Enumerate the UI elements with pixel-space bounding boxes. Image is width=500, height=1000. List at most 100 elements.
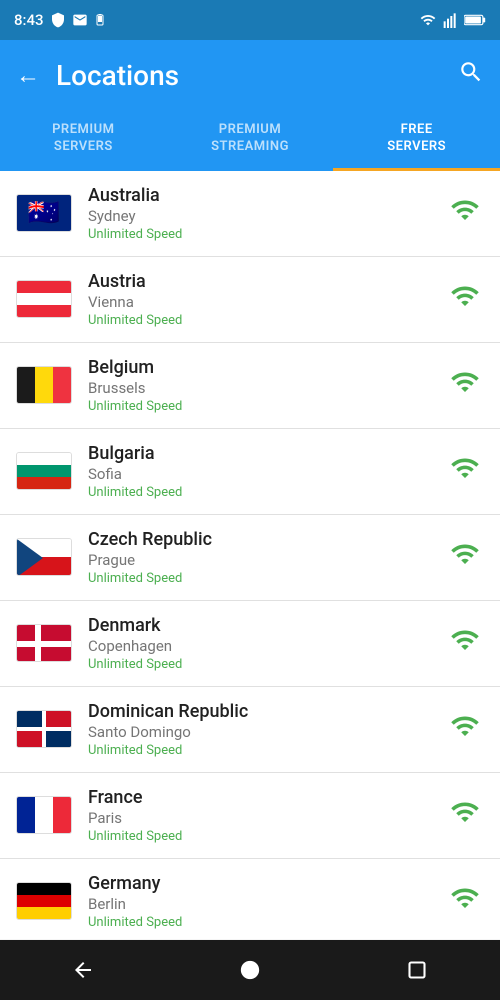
country-name: Austria (88, 271, 446, 292)
back-button[interactable]: ← (16, 61, 40, 90)
search-icon (458, 59, 484, 85)
wifi-icon (446, 711, 484, 741)
country-info: Bulgaria Sofia Unlimited Speed (88, 443, 446, 500)
list-item[interactable]: France Paris Unlimited Speed (0, 773, 500, 859)
city-name: Copenhagen (88, 637, 446, 655)
list-item[interactable]: Germany Berlin Unlimited Speed (0, 859, 500, 939)
country-info: Dominican Republic Santo Domingo Unlimit… (88, 701, 446, 758)
country-name: Bulgaria (88, 443, 446, 464)
shield-icon (50, 12, 66, 28)
flag-cz (16, 538, 72, 576)
city-name: Sydney (88, 207, 446, 225)
status-right (418, 12, 486, 28)
country-info: Germany Berlin Unlimited Speed (88, 873, 446, 930)
signal-strength (446, 711, 484, 748)
country-info: Czech Republic Prague Unlimited Speed (88, 529, 446, 586)
country-name: Belgium (88, 357, 446, 378)
country-info: Belgium Brussels Unlimited Speed (88, 357, 446, 414)
signal-strength (446, 281, 484, 318)
tab-bar: PREMIUMSERVERS PREMIUMSTREAMING FREESERV… (0, 110, 500, 171)
signal-strength (446, 539, 484, 576)
speed-label: Unlimited Speed (88, 399, 446, 414)
flag-do (16, 710, 72, 748)
list-item[interactable]: Belgium Brussels Unlimited Speed (0, 343, 500, 429)
battery-mini-icon (94, 12, 106, 28)
city-name: Brussels (88, 379, 446, 397)
toolbar: ← Locations (0, 40, 500, 110)
mail-icon (72, 12, 88, 28)
country-name: France (88, 787, 446, 808)
speed-label: Unlimited Speed (88, 915, 446, 930)
flag-de (16, 882, 72, 920)
battery-icon (464, 13, 486, 27)
list-item[interactable]: Denmark Copenhagen Unlimited Speed (0, 601, 500, 687)
back-nav-icon (71, 958, 95, 982)
signal-strength (446, 453, 484, 490)
wifi-icon (446, 367, 484, 397)
list-item[interactable]: Czech Republic Prague Unlimited Speed (0, 515, 500, 601)
country-info: Austria Vienna Unlimited Speed (88, 271, 446, 328)
signal-strength (446, 797, 484, 834)
city-name: Berlin (88, 895, 446, 913)
signal-strength (446, 195, 484, 232)
city-name: Santo Domingo (88, 723, 446, 741)
city-name: Vienna (88, 293, 446, 311)
country-name: Dominican Republic (88, 701, 446, 722)
signal-strength (446, 625, 484, 662)
wifi-icon (446, 883, 484, 913)
country-info: France Paris Unlimited Speed (88, 787, 446, 844)
flag-be (16, 366, 72, 404)
city-name: Prague (88, 551, 446, 569)
city-name: Paris (88, 809, 446, 827)
wifi-icon (446, 625, 484, 655)
speed-label: Unlimited Speed (88, 657, 446, 672)
country-name: Czech Republic (88, 529, 446, 550)
speed-label: Unlimited Speed (88, 743, 446, 758)
flag-au: 🇦🇺 (16, 194, 72, 232)
home-nav-icon (239, 959, 261, 981)
status-bar: 8:43 (0, 0, 500, 40)
country-info: Denmark Copenhagen Unlimited Speed (88, 615, 446, 672)
signal-icon (443, 12, 459, 28)
search-button[interactable] (458, 59, 484, 91)
wifi-icon (446, 539, 484, 569)
list-item[interactable]: Dominican Republic Santo Domingo Unlimit… (0, 687, 500, 773)
speed-label: Unlimited Speed (88, 571, 446, 586)
tab-free-servers[interactable]: FREESERVERS (333, 110, 500, 171)
home-nav-button[interactable] (225, 945, 275, 995)
list-item[interactable]: 🇦🇺 Australia Sydney Unlimited Speed (0, 171, 500, 257)
wifi-icon (446, 281, 484, 311)
list-item[interactable]: Austria Vienna Unlimited Speed (0, 257, 500, 343)
time: 8:43 (14, 11, 44, 29)
back-nav-button[interactable] (58, 945, 108, 995)
location-list: 🇦🇺 Australia Sydney Unlimited Speed Aust… (0, 171, 500, 939)
speed-label: Unlimited Speed (88, 227, 446, 242)
country-name: Australia (88, 185, 446, 206)
signal-strength (446, 883, 484, 920)
tab-premium-streaming[interactable]: PREMIUMSTREAMING (167, 110, 334, 171)
speed-label: Unlimited Speed (88, 313, 446, 328)
toolbar-left: ← Locations (16, 59, 179, 92)
wifi-icon (446, 453, 484, 483)
status-left: 8:43 (14, 11, 106, 29)
city-name: Sofia (88, 465, 446, 483)
signal-strength (446, 367, 484, 404)
recents-nav-icon (407, 960, 427, 980)
flag-bg (16, 452, 72, 490)
status-wifi-icon (418, 12, 438, 28)
list-item[interactable]: Bulgaria Sofia Unlimited Speed (0, 429, 500, 515)
flag-at (16, 280, 72, 318)
country-name: Germany (88, 873, 446, 894)
bottom-navigation (0, 940, 500, 1000)
wifi-icon (446, 195, 484, 225)
speed-label: Unlimited Speed (88, 829, 446, 844)
wifi-icon (446, 797, 484, 827)
page-title: Locations (56, 59, 179, 92)
country-name: Denmark (88, 615, 446, 636)
tab-premium-servers[interactable]: PREMIUMSERVERS (0, 110, 167, 171)
speed-label: Unlimited Speed (88, 485, 446, 500)
flag-dk (16, 624, 72, 662)
country-info: Australia Sydney Unlimited Speed (88, 185, 446, 242)
flag-fr (16, 796, 72, 834)
recents-nav-button[interactable] (392, 945, 442, 995)
